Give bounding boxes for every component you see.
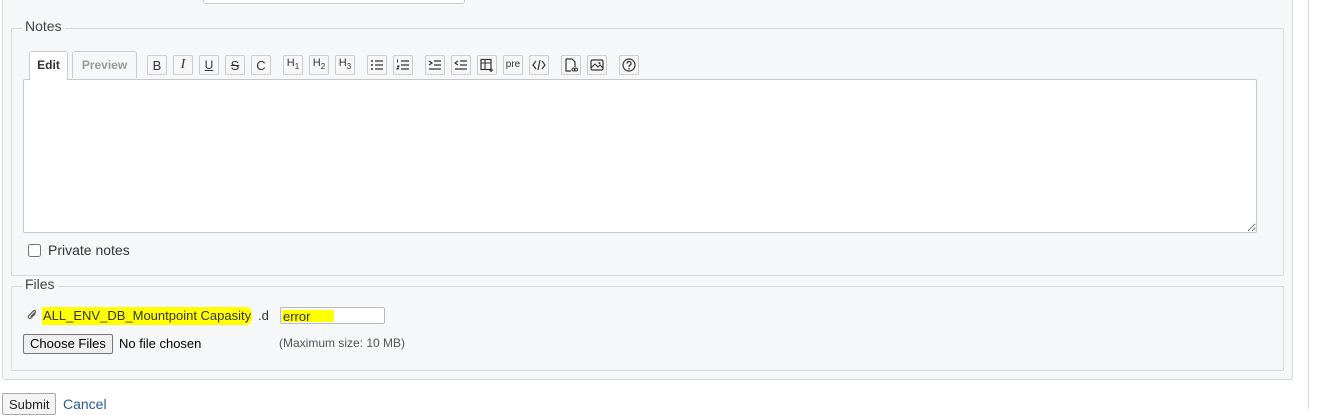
help-button[interactable] [619,55,639,75]
private-notes-option[interactable]: Private notes [28,242,130,258]
help-icon [622,58,636,72]
heading-3-icon: H3 [338,57,352,72]
underline-icon: U [204,58,214,72]
table-icon [480,58,493,72]
wiki-page-link-icon [565,58,578,72]
notes-textarea[interactable] [23,79,1257,233]
choose-files-button[interactable]: Choose Files [23,334,113,354]
cancel-link[interactable]: Cancel [63,396,107,412]
underline-button[interactable]: U [199,55,219,75]
heading-1-icon: H1 [286,57,300,72]
attachment-description-value: error [283,309,311,324]
image-icon [590,59,604,71]
heading-2-button[interactable]: H2 [309,55,329,75]
inline-code-icon: C [256,57,266,73]
bold-icon: B [152,57,162,73]
max-size-hint: (Maximum size: 10 MB) [279,336,406,350]
tab-preview[interactable]: Preview [72,51,137,78]
wiki-page-link-button[interactable] [561,55,581,75]
ordered-list-icon [396,59,409,70]
heading-3-button[interactable]: H3 [335,55,355,75]
indent-icon [428,60,441,70]
files-fieldset: Files ALL_ENV_DB_Mountpoint Capasity .d … [11,276,1284,371]
strikethrough-icon: S [230,57,240,73]
image-button[interactable] [587,55,607,75]
outdent-icon [454,60,467,70]
pre-icon: pre [505,59,521,70]
table-button[interactable] [477,55,497,75]
strikethrough-button[interactable]: S [225,55,245,75]
indent-button[interactable] [425,55,445,75]
files-legend: Files [22,276,58,292]
pre-button[interactable]: pre [503,55,523,75]
private-notes-label: Private notes [48,242,130,258]
ordered-list-button[interactable] [393,55,413,75]
private-notes-checkbox[interactable] [28,243,41,257]
submit-button[interactable]: Submit [2,393,57,415]
bold-button[interactable]: B [147,55,167,75]
unordered-list-button[interactable] [367,55,387,75]
no-file-chosen-text: No file chosen [119,336,202,351]
sidebar-divider [1308,0,1309,409]
outdent-button[interactable] [451,55,471,75]
paperclip-icon [27,309,36,319]
code-block-button[interactable] [529,55,549,75]
unordered-list-icon [371,60,383,70]
italic-button[interactable]: I [173,55,193,75]
italic-icon: I [180,57,186,72]
tab-edit[interactable]: Edit [29,51,68,80]
notes-legend: Notes [22,18,65,34]
code-block-icon [532,59,546,71]
attachment-filename-link[interactable]: ALL_ENV_DB_Mountpoint Capasity [42,307,253,325]
notes-fieldset: Notes Edit Preview B I U S C H1 H2 H3 pr… [11,18,1284,276]
attachment-filename-ext: .d [258,308,269,323]
heading-1-button[interactable]: H1 [283,55,303,75]
previous-field-input[interactable] [203,0,465,4]
inline-code-button[interactable]: C [251,55,271,75]
heading-2-icon: H2 [312,57,326,72]
attachment-description-input[interactable]: error [280,307,385,324]
